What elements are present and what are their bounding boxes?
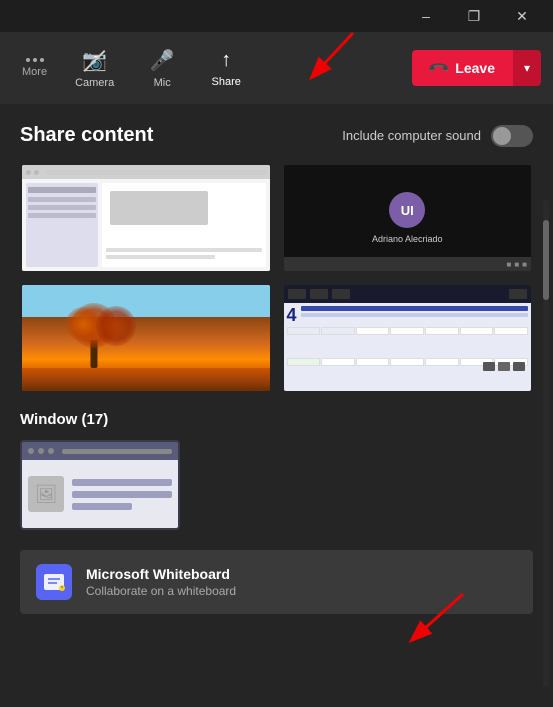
screen-thumb-4[interactable]: 4 [282,283,534,393]
screen-4-preview: 4 [284,285,532,391]
screen-2-taskbar: ■■■ [284,257,532,271]
whiteboard-text: Microsoft Whiteboard Collaborate on a wh… [86,566,517,598]
screen-1-content [22,179,270,271]
mic-icon: 🎤 [150,48,175,73]
more-label: More [22,66,47,78]
toggle-knob [493,127,511,145]
share-header: Share content Include computer sound [20,124,533,147]
maximize-button[interactable]: ❐ [451,0,497,32]
whiteboard-item[interactable]: Microsoft Whiteboard Collaborate on a wh… [20,550,533,614]
screen-thumb-1[interactable] [20,163,272,273]
window-thumb-1-content: 🖼 [22,460,178,528]
screen-4-number: 4 [287,306,297,324]
text-line-1 [72,479,172,486]
scrollbar[interactable] [543,200,549,687]
leave-group: 📞 Leave ▾ [412,50,541,86]
text-line-3 [72,503,132,510]
phone-icon: 📞 [426,56,450,80]
whiteboard-subtitle: Collaborate on a whiteboard [86,584,517,598]
screen-2-preview: UI Adriano Alecriado [284,165,532,271]
share-button[interactable]: ↑ Share [196,43,256,94]
whiteboard-svg-icon [42,570,66,594]
window-thumb-1-titlebar [22,442,178,460]
close-button[interactable]: ✕ [499,0,545,32]
share-label: Share [212,76,241,88]
share-content-title: Share content [20,124,153,147]
toolbar: More 📷 Camera 🎤 Mic ↑ Share 📞 Leave ▾ [0,32,553,104]
screen-1-preview [22,165,270,271]
computer-sound-toggle[interactable]: Include computer sound [342,125,533,147]
mic-button[interactable]: 🎤 Mic [132,42,192,95]
screen-4-taskbar [284,285,532,303]
whiteboard-icon [36,564,72,600]
more-dots-icon [26,58,44,62]
whiteboard-title: Microsoft Whiteboard [86,566,517,582]
screen-4-content: 4 [284,303,532,391]
screen-thumb-3[interactable] [20,283,272,393]
screen-1-sidebar [26,183,98,267]
screen-thumbnails-grid: UI Adriano Alecriado ■■■ [20,163,533,393]
screen-1-image [110,191,208,225]
autumn-tree [67,303,122,368]
autumn-ground [22,368,270,391]
window-thumb-1-text-lines [72,479,172,510]
camera-button[interactable]: 📷 Camera [61,42,128,95]
window-thumb-1-image: 🖼 [28,476,64,512]
text-line-2 [72,491,172,498]
more-button[interactable]: More [12,52,57,84]
leave-chevron-button[interactable]: ▾ [513,50,541,86]
mic-label: Mic [154,77,171,89]
window-section-label: Window (17) [20,411,533,428]
screen-2-name: Adriano Alecriado [372,234,443,244]
share-icon: ↑ [221,49,231,72]
sound-toggle-switch[interactable] [491,125,533,147]
scrollbar-thumb[interactable] [543,220,549,300]
title-bar: – ❐ ✕ [0,0,553,32]
computer-sound-label: Include computer sound [342,128,481,143]
screen-thumb-2[interactable]: UI Adriano Alecriado ■■■ [282,163,534,273]
leave-button[interactable]: 📞 Leave [412,50,513,86]
main-content: Share content Include computer sound [0,104,553,707]
chevron-down-icon: ▾ [524,61,530,75]
window-thumbnails: 🖼 [20,440,533,530]
screen-1-titlebar [22,165,270,179]
leave-label: Leave [455,60,495,76]
screen-1-main [102,183,266,267]
image-placeholder-icon: 🖼 [35,484,58,505]
camera-icon: 📷 [82,48,107,73]
minimize-button[interactable]: – [403,0,449,32]
window-thumb-1[interactable]: 🖼 [20,440,180,530]
screen-2-avatar: UI [389,192,425,228]
camera-label: Camera [75,77,114,89]
